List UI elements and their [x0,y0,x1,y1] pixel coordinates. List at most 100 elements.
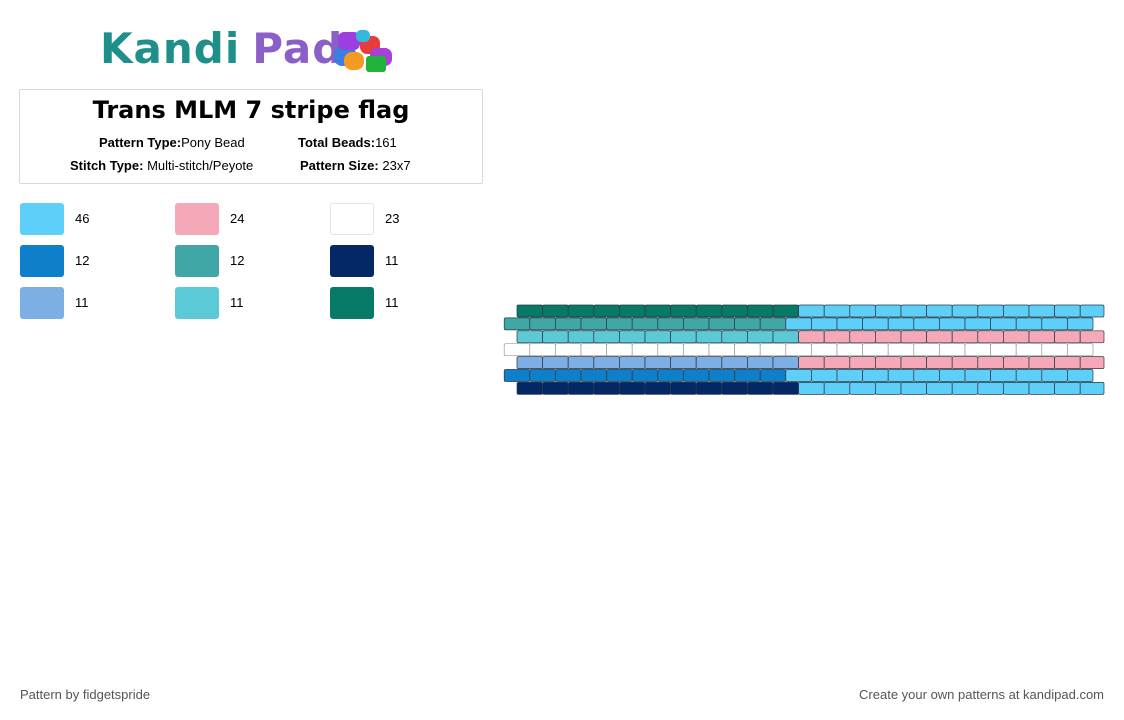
bead [939,343,966,357]
bead [964,343,991,357]
bead [567,382,595,395]
bead [1041,343,1068,357]
bead [1079,356,1105,369]
bead [1054,382,1081,395]
bead [875,382,902,395]
bead [875,330,902,344]
bead [951,330,979,344]
bead [503,317,531,331]
bead [1015,317,1043,331]
bead [977,304,1004,318]
bead [644,330,671,344]
bead [1028,330,1055,344]
bead [849,356,876,369]
bead [555,369,582,382]
bead [542,356,569,369]
bead [811,343,838,357]
bead [708,317,735,331]
bead [1015,369,1043,382]
bead [759,369,787,382]
bead [606,369,633,382]
bead [823,304,851,318]
bead [747,356,774,369]
bead [695,304,723,318]
bead [670,356,697,369]
bead [734,317,761,331]
bead [734,369,761,382]
bead [913,369,940,382]
bead [1028,382,1055,395]
bead [644,382,671,395]
bead [862,317,889,331]
bead [964,317,991,331]
bead [1067,343,1094,357]
bead [695,356,723,369]
bead [759,317,787,331]
bead [683,317,710,331]
bead [862,369,889,382]
bead [593,304,620,318]
bead [990,343,1017,357]
bead [542,330,569,344]
bead [747,304,774,318]
bead [900,330,927,344]
bead [926,356,953,369]
bead [759,343,787,357]
bead [631,369,659,382]
bead [670,330,697,344]
bead [772,356,799,369]
bead [939,369,966,382]
bead [567,356,595,369]
bead [887,369,915,382]
bead [823,356,851,369]
bead [644,356,671,369]
bead [1079,330,1105,344]
bead [734,343,761,357]
bead [593,382,620,395]
bead [798,382,825,395]
bead [606,343,633,357]
bead [631,317,659,331]
create-patterns-link[interactable]: Create your own patterns at kandipad.com [859,687,1104,702]
bead [1041,369,1068,382]
bead [798,330,825,344]
bead [529,343,556,357]
bead [670,304,697,318]
bead [606,317,633,331]
bead [1003,356,1030,369]
bead [1067,317,1094,331]
bead [644,304,671,318]
bead [913,343,940,357]
bead [836,369,863,382]
bead [849,330,876,344]
bead [747,382,774,395]
bead [811,317,838,331]
bead [593,356,620,369]
bead [1079,382,1105,395]
bead [926,304,953,318]
bead [631,343,659,357]
bead [683,369,710,382]
bead [862,343,889,357]
bead-pattern-grid [503,304,1105,395]
bead [721,382,748,395]
pattern-credit: Pattern by fidgetspride [20,687,151,702]
bead [1028,356,1055,369]
bead [529,369,556,382]
bead [951,356,979,369]
bead [555,343,582,357]
bead [772,304,799,318]
bead [708,343,735,357]
bead [785,343,812,357]
bead [811,369,838,382]
bead [785,369,812,382]
bead [503,343,531,357]
bead [503,369,531,382]
bead [516,330,543,344]
bead [772,330,799,344]
bead [516,382,543,395]
bead [567,330,595,344]
bead [849,304,876,318]
bead [1054,356,1081,369]
bead [695,330,723,344]
